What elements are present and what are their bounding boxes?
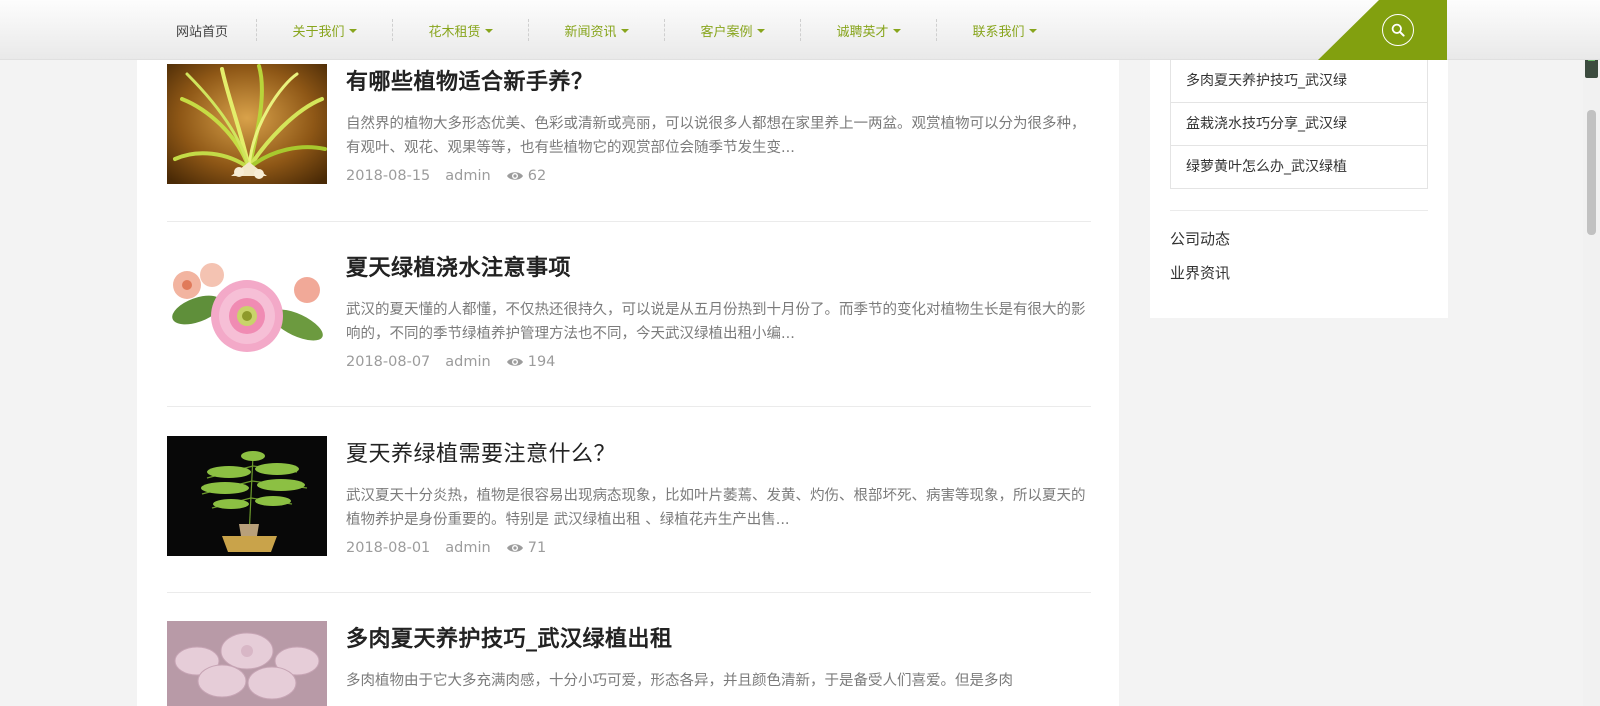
site-header: 网站首页 关于我们 花木租赁 新闻资讯 客户案例 诚聘英才 联系我们 [0,0,1600,60]
nav-home[interactable]: 网站首页 [148,0,256,60]
article-item: 夏天绿植浇水注意事项 武汉的夏天懂的人都懂，不仅热还很持久，可以说是从五月份热到… [167,250,1091,390]
nav-home-label: 网站首页 [175,24,228,40]
eye-icon [506,544,523,552]
article-view-count: 62 [527,168,547,184]
article-views: 194 [506,354,556,370]
article-view-count: 71 [527,540,547,556]
nav-about-label: 关于我们 [292,24,345,40]
succulent-image [167,621,327,706]
eye-icon [506,172,523,180]
nav-contact-label: 联系我们 [972,24,1025,40]
article-item: 多肉夏天养护技巧_武汉绿植出租 多肉植物由于它大多充满肉感，十分小巧可爱，形态各… [167,621,1091,706]
caret-down-icon [348,29,357,33]
nav-news-label: 新闻资讯 [564,24,617,40]
sidebar: 多肉夏天养护技巧_武汉绿 盆栽浇水技巧分享_武汉绿 绿萝黄叶怎么办_武汉绿植 公… [1150,60,1448,318]
caret-down-icon [484,29,493,33]
gerbera-flowers-image [167,250,327,370]
nav-careers[interactable]: 诚聘英才 [801,0,936,60]
page: 网站首页 关于我们 花木租赁 新闻资讯 客户案例 诚聘英才 联系我们 有哪些植物… [0,0,1600,706]
article-item: 夏天养绿植需要注意什么？ 武汉夏天十分炎热，植物是很容易出现病态现象，比如叶片萎… [167,436,1091,576]
related-article-link[interactable]: 盆栽浇水技巧分享_武汉绿 [1171,102,1427,145]
article-excerpt: 武汉夏天十分炎热，植物是很容易出现病态现象，比如叶片萎蔫、发黄、灼伤、根部坏死、… [346,488,1086,528]
nav-careers-label: 诚聘英才 [836,24,889,40]
nav-plant-rental[interactable]: 花木租赁 [393,0,528,60]
article-list: 有哪些植物适合新手养？ 自然界的植物大多形态优美、色彩或清新或亮丽，可以说很多人… [137,60,1119,706]
scrollbar-thumb[interactable] [1587,110,1596,235]
main-nav: 网站首页 关于我们 花木租赁 新闻资讯 客户案例 诚聘英才 联系我们 [148,0,1072,60]
related-articles-list: 多肉夏天养护技巧_武汉绿 盆栽浇水技巧分享_武汉绿 绿萝黄叶怎么办_武汉绿植 [1170,60,1428,189]
article-item: 有哪些植物适合新手养？ 自然界的植物大多形态优美、色彩或清新或亮丽，可以说很多人… [167,64,1091,204]
related-article-link[interactable]: 绿萝黄叶怎么办_武汉绿植 [1171,145,1427,188]
article-title[interactable]: 有哪些植物适合新手养？ [346,64,594,96]
article-thumbnail[interactable] [167,436,327,556]
article-views: 62 [506,168,546,184]
caret-down-icon [1028,29,1037,33]
article-divider [167,221,1091,222]
article-date: 2018-08-01 [346,540,431,556]
nav-cases[interactable]: 客户案例 [665,0,800,60]
article-date: 2018-08-07 [346,354,431,370]
article-author: admin [445,540,491,556]
scrollbar[interactable] [1583,0,1600,706]
article-thumbnail[interactable] [167,621,327,706]
category-company-news[interactable]: 公司动态 [1170,228,1230,249]
article-title[interactable]: 夏天养绿植需要注意什么？ [346,436,616,468]
nav-news[interactable]: 新闻资讯 [529,0,664,60]
article-view-count: 194 [527,354,556,370]
caret-down-icon [756,29,765,33]
article-title[interactable]: 夏天绿植浇水注意事项 [346,250,571,282]
article-excerpt: 自然界的植物大多形态优美、色彩或清新或亮丽，可以说很多人都想在家里养上一两盆。观… [346,116,1086,156]
article-author: admin [445,168,491,184]
article-meta: 2018-08-01 admin 71 [346,540,561,556]
article-divider [167,592,1091,593]
article-date: 2018-08-15 [346,168,431,184]
article-title[interactable]: 多肉夏天养护技巧_武汉绿植出租 [346,621,673,653]
article-author: admin [445,354,491,370]
nav-about[interactable]: 关于我们 [257,0,392,60]
nav-cases-label: 客户案例 [700,24,753,40]
article-meta: 2018-08-15 admin 62 [346,168,561,184]
search-icon [1391,23,1405,37]
search-button[interactable] [1382,14,1414,46]
spider-plant-image [167,64,327,184]
article-thumbnail[interactable] [167,250,327,370]
nav-contact[interactable]: 联系我们 [937,0,1072,60]
article-meta: 2018-08-07 admin 194 [346,354,570,370]
asparagus-fern-bonsai-image [167,436,327,556]
caret-down-icon [620,29,629,33]
nav-plant-rental-label: 花木租赁 [428,24,481,40]
sidebar-divider [1170,210,1428,211]
article-divider [167,406,1091,407]
article-views: 71 [506,540,546,556]
caret-down-icon [892,29,901,33]
article-thumbnail[interactable] [167,64,327,184]
category-industry-news[interactable]: 业界资讯 [1170,262,1230,283]
article-excerpt: 武汉的夏天懂的人都懂，不仅热还很持久，可以说是从五月份热到十月份了。而季节的变化… [346,302,1086,342]
related-article-link[interactable]: 多肉夏天养护技巧_武汉绿 [1171,60,1427,102]
article-excerpt: 多肉植物由于它大多充满肉感，十分小巧可爱，形态各异，并且颜色清新，于是备受人们喜… [346,673,1013,689]
eye-icon [506,358,523,366]
